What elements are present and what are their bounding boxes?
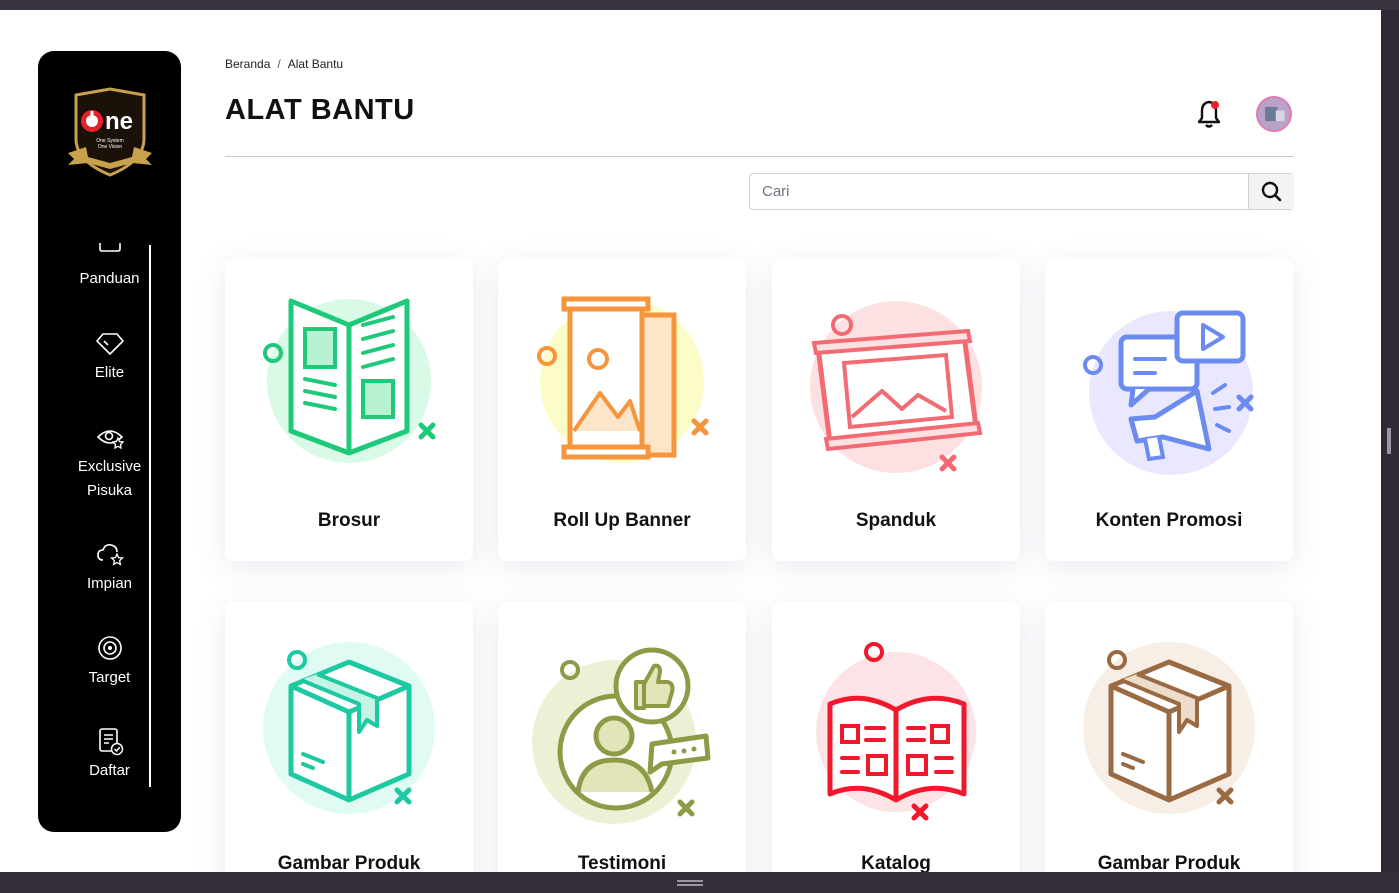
breadcrumb: Beranda / Alat Bantu (225, 57, 343, 71)
notification-dot (1211, 101, 1219, 109)
tool-card-konten-promosi[interactable]: Konten Promosi (1045, 259, 1293, 561)
sidebar-item-label: Exclusive Pisuka (77, 458, 142, 499)
sidebar: ne One System One Vision Panduan Elite E… (38, 51, 181, 832)
breadcrumb-current: Alat Bantu (287, 57, 344, 71)
tool-card-katalog[interactable]: Katalog (772, 602, 1020, 872)
promo-content-icon (1083, 310, 1254, 475)
box-icon (1083, 642, 1255, 814)
diamond-icon (95, 333, 124, 355)
card-label: Testimoni (577, 853, 667, 872)
sidebar-item-label: Elite (94, 364, 125, 381)
breadcrumb-home[interactable]: Beranda (225, 57, 270, 71)
box-icon (263, 642, 435, 814)
tool-card-spanduk[interactable]: Spanduk (772, 259, 1020, 561)
sidebar-item-label: Impian (86, 575, 133, 592)
card-label: Roll Up Banner (553, 510, 691, 531)
card-label: Spanduk (855, 510, 937, 531)
sidebar-item-daftar[interactable]: Daftar (38, 725, 181, 783)
sidebar-item-exclusive-pisuka[interactable]: Exclusive Pisuka (38, 421, 181, 503)
brochure-icon (263, 298, 436, 463)
sidebar-item-panduan[interactable]: Panduan (38, 243, 181, 291)
sidebar-nav: Panduan Elite Exclusive Pisuka Impian Ta… (38, 243, 181, 787)
banner-icon (810, 301, 983, 473)
sidebar-item-label: Daftar (89, 762, 130, 779)
tool-card-gambar-produk-2[interactable]: Gambar Produk (1045, 602, 1293, 872)
notification-bell-icon[interactable] (1193, 98, 1225, 130)
tool-card-gambar-produk-1[interactable]: Gambar Produk (225, 602, 473, 872)
catalog-icon (816, 642, 976, 821)
card-label: Gambar Produk (277, 853, 421, 872)
book-icon (98, 243, 121, 252)
card-label: Brosur (317, 510, 381, 531)
tool-card-testimoni[interactable]: Testimoni (498, 602, 746, 872)
search-icon (1261, 181, 1282, 202)
sidebar-item-elite[interactable]: Elite (38, 327, 181, 385)
sidebar-item-label: Panduan (79, 270, 140, 287)
app-window: ne One System One Vision Panduan Elite E… (0, 10, 1381, 872)
card-label: Konten Promosi (1095, 510, 1243, 531)
tool-card-brosur[interactable]: Brosur (225, 259, 473, 561)
cloud-star-icon (96, 544, 124, 566)
search-input[interactable] (750, 174, 1248, 209)
card-label: Katalog (861, 853, 931, 872)
search-bar (749, 173, 1294, 210)
page-title: ALAT BANTU (225, 94, 415, 126)
svg-text:ne: ne (105, 108, 133, 135)
breadcrumb-separator: / (277, 57, 281, 71)
sidebar-item-impian[interactable]: Impian (38, 538, 181, 596)
one-logo[interactable]: ne One System One Vision (66, 87, 154, 177)
search-button[interactable] (1248, 174, 1294, 209)
svg-text:One Vision: One Vision (98, 144, 123, 150)
header-divider (225, 156, 1294, 157)
target-icon (97, 636, 122, 660)
testimonial-icon (532, 647, 711, 824)
eye-star-icon (96, 430, 124, 450)
card-label: Gambar Produk (1097, 853, 1241, 872)
checklist-icon (98, 728, 123, 756)
tool-card-roll-up-banner[interactable]: Roll Up Banner (498, 259, 746, 561)
window-top-bar (0, 0, 1399, 10)
sidebar-scrollbar[interactable] (149, 245, 151, 787)
sidebar-item-label: Target (88, 669, 131, 686)
horizontal-resize-handle[interactable] (677, 880, 703, 886)
sidebar-item-target[interactable]: Target (38, 632, 181, 690)
vertical-resize-handle[interactable] (1387, 428, 1391, 454)
rollup-banner-icon (537, 296, 709, 463)
avatar[interactable] (1256, 96, 1292, 132)
avatar-image (1258, 98, 1290, 130)
